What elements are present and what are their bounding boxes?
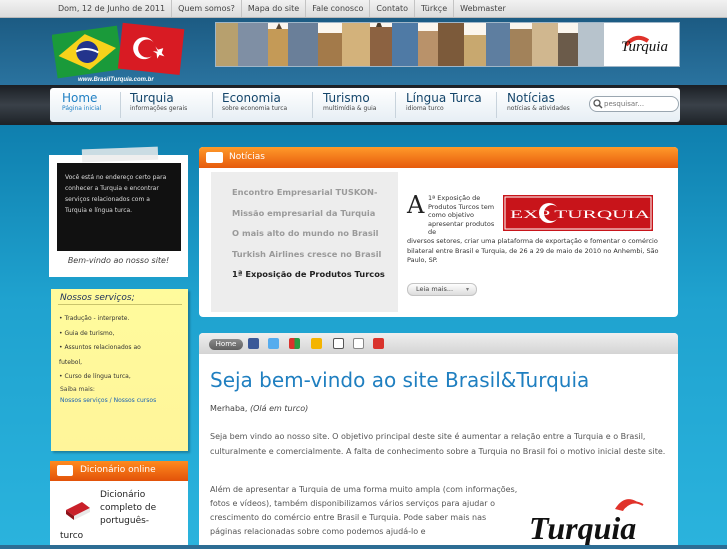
- banner-brand: Turquia: [621, 39, 668, 55]
- nav-noticias-sub: notícias & atividades: [507, 105, 570, 112]
- nav-separator: [312, 92, 313, 118]
- dictionary-text-cont[interactable]: turco: [60, 531, 83, 541]
- plus-icon[interactable]: [373, 338, 384, 349]
- list-item: • Tradução - interprete.: [59, 315, 130, 322]
- list-item: • Guia de turismo,: [59, 329, 115, 337]
- link-turkce[interactable]: Türkçe: [414, 0, 453, 17]
- search-input[interactable]: [604, 97, 674, 111]
- services-note: Nossos serviços; • Tradução - interprete…: [51, 289, 188, 451]
- greeting-word: Merhaba,: [210, 404, 248, 413]
- note-chalkboard: Você está no endereço certo para conhece…: [57, 163, 181, 251]
- dictionary-text[interactable]: Dicionário completo de português-: [100, 489, 182, 528]
- news-title: Notícias: [229, 152, 265, 162]
- divider: [58, 304, 182, 305]
- search-icon: [593, 99, 603, 109]
- header-banner: Turquia: [215, 22, 680, 67]
- turquia-logo-text: Turquia: [529, 510, 636, 545]
- site-logo[interactable]: www.BrasilTurquia.com.br: [51, 18, 190, 84]
- link-contato[interactable]: Contato: [369, 0, 414, 17]
- nav-turismo[interactable]: Turismo multimídia & guia: [323, 91, 376, 121]
- home-button[interactable]: Home: [209, 339, 243, 350]
- turquia-logo: Turquia: [525, 495, 675, 546]
- link-webmaster[interactable]: Webmaster: [453, 0, 512, 17]
- services-paragraph: Além de apresentar a Turquia de uma form…: [210, 485, 518, 536]
- tape-decoration: [81, 146, 159, 163]
- nav-home[interactable]: Home Página inicial: [62, 91, 101, 121]
- link-separator: /: [109, 397, 112, 404]
- nav-turquia[interactable]: Turquia informações gerais: [130, 91, 187, 121]
- news-item-selected[interactable]: 1ª Exposição de Produtos Turcos: [232, 269, 385, 279]
- nav-turquia-sub: informações gerais: [130, 105, 188, 112]
- news-item[interactable]: Missão empresarial da Turquia: [232, 208, 375, 218]
- nav-noticias[interactable]: Notícias notícias & atividades: [507, 91, 570, 121]
- link-quem-somos[interactable]: Quem somos?: [171, 0, 241, 17]
- facebook-icon[interactable]: [248, 338, 259, 349]
- news-image[interactable]: EXP TURQUIA: [503, 195, 653, 231]
- favorite-star-icon[interactable]: [311, 338, 322, 349]
- nav-turismo-sub: multimídia & guia: [323, 105, 377, 112]
- news-summary-cont: diversos setores, criar uma plataforma d…: [407, 237, 659, 264]
- nav-separator: [496, 92, 497, 118]
- nav-home-title: Home: [62, 91, 98, 105]
- google-icon[interactable]: [289, 338, 300, 349]
- link-nossos-cursos[interactable]: Nossos cursos: [114, 397, 157, 404]
- nav-noticias-title: Notícias: [507, 91, 555, 105]
- list-item: futebol,: [59, 358, 83, 366]
- top-links: Dom, 12 de Junho de 2011 Quem somos? Map…: [52, 0, 512, 17]
- services-list: • Tradução - interprete. • Guia de turis…: [59, 312, 141, 385]
- news-summary: 1ª Exposição de Produtos Turcos tem como…: [428, 194, 495, 236]
- note-text: Você está no endereço certo para conhece…: [65, 174, 167, 214]
- nav-lingua-turca-title: Língua Turca: [406, 91, 482, 105]
- services-title: Nossos serviços;: [60, 293, 135, 303]
- link-mapa-do-site[interactable]: Mapa do site: [240, 0, 305, 17]
- greeting-note: (Olá em turco): [250, 404, 309, 413]
- nav-separator: [395, 92, 396, 118]
- news-item[interactable]: O mais alto do mundo no Brasil: [232, 228, 379, 238]
- page-title: Seja bem-vindo ao site Brasil&Turquia: [210, 368, 590, 392]
- email-icon[interactable]: [353, 338, 364, 349]
- link-nossos-servicos[interactable]: Nossos serviços: [60, 397, 108, 404]
- book-icon[interactable]: [64, 494, 92, 522]
- nav-home-sub: Página inicial: [62, 105, 102, 112]
- twitter-icon[interactable]: [268, 338, 279, 349]
- date-label: Dom, 12 de Junho de 2011: [58, 4, 166, 13]
- news-drop-cap: A: [407, 191, 425, 219]
- nav-turismo-title: Turismo: [323, 91, 370, 105]
- news-item[interactable]: Encontro Empresarial TUSKON-: [232, 187, 377, 197]
- chevron-down-icon: ▾: [466, 286, 470, 293]
- news-item[interactable]: Turkish Airlines cresce no Brasil: [232, 249, 381, 259]
- read-more-label: Leia mais...: [416, 285, 454, 293]
- nav-economia-title: Economia: [222, 91, 281, 105]
- greeting: Merhaba, (Olá em turco): [210, 404, 308, 413]
- services-links: Nossos serviços / Nossos cursos: [60, 397, 156, 404]
- news-header: Notícias: [199, 147, 678, 168]
- nav-economia[interactable]: Economia sobre economia turca: [222, 91, 287, 121]
- nav-economia-sub: sobre economia turca: [222, 105, 288, 112]
- welcome-caption: Bem-vindo ao nosso site!: [67, 256, 170, 265]
- link-fale-conosco[interactable]: Fale conosco: [305, 0, 369, 17]
- nav-lingua-turca-sub: idioma turco: [406, 105, 444, 112]
- list-item: • Assuntos relacionados ao: [59, 344, 141, 351]
- print-icon[interactable]: [333, 338, 344, 349]
- dictionary-title: Dicionário online: [80, 465, 156, 475]
- home-button-label: Home: [215, 340, 237, 348]
- nav-lingua-turca[interactable]: Língua Turca idioma turco: [406, 91, 482, 121]
- dictionary-header-icon: [57, 465, 73, 476]
- saiba-mais-label: Saiba mais:: [60, 386, 95, 393]
- read-more-button[interactable]: Leia mais... ▾: [407, 283, 477, 296]
- top-bar: Dom, 12 de Junho de 2011 Quem somos? Map…: [0, 0, 727, 18]
- list-item: • Curso de língua turca,: [59, 373, 131, 380]
- search-box[interactable]: [589, 96, 679, 112]
- logo-text: www.BrasilTurquia.com.br: [78, 77, 154, 83]
- nav-turquia-title: Turquia: [130, 91, 174, 105]
- news-image-text: EXP TURQUIA: [510, 207, 651, 221]
- nav-separator: [120, 92, 121, 118]
- intro-paragraph: Seja bem vindo ao nosso site. O objetivo…: [210, 432, 666, 456]
- nav-separator: [212, 92, 213, 118]
- news-icon: [206, 152, 223, 163]
